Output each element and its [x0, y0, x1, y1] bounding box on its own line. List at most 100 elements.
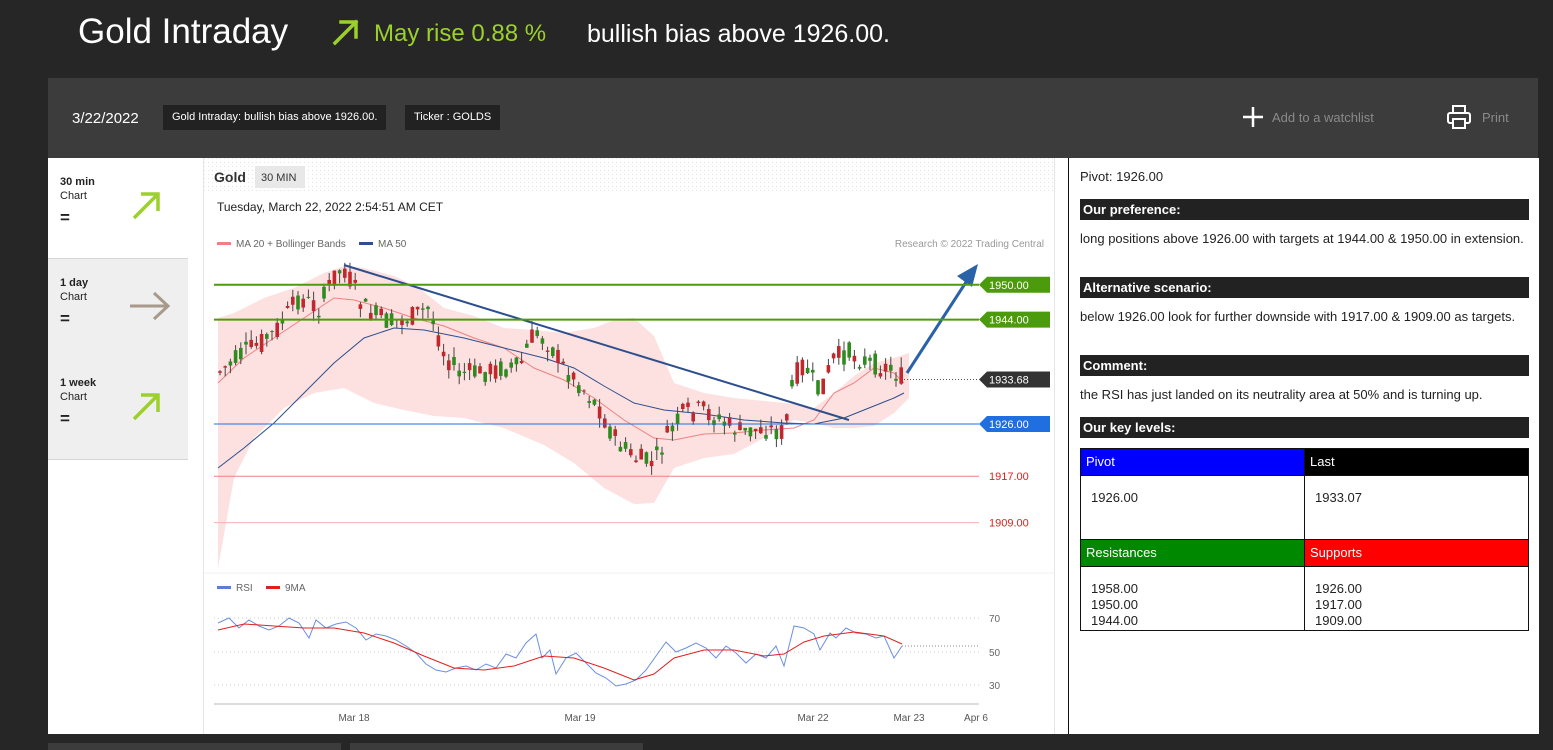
candle-body [582, 390, 586, 392]
candle-body [306, 296, 311, 298]
candle-body [467, 363, 472, 371]
candle-body [837, 346, 841, 358]
candle-body [696, 401, 701, 404]
resistance-2: 1950.00 [1091, 597, 1138, 612]
candle-body [462, 371, 467, 374]
candle-body [826, 365, 831, 373]
timeframe-1day[interactable]: 1 day Chart = [48, 259, 188, 360]
rise-forecast: May rise 0.88 % [374, 20, 547, 47]
x-axis-labels: Mar 18 Mar 19 Mar 22 Mar 23 Apr 6 [338, 713, 988, 724]
candle-body [707, 408, 711, 421]
candle-body [623, 442, 628, 449]
x-label: Mar 19 [564, 713, 596, 724]
candle-body [618, 446, 623, 452]
report-date: 3/22/2022 [72, 110, 139, 127]
candle-body [369, 312, 373, 320]
timeframe-title: 1 day [60, 277, 89, 289]
candle-body [447, 360, 451, 371]
comment-text: the RSI has just landed on its neutralit… [1080, 387, 1483, 402]
candle-body [665, 426, 669, 433]
chart-canvas: Gold 30 MIN Tuesday, March 22, 2022 2:54… [204, 158, 1054, 724]
candle-body [311, 300, 316, 312]
candle-body [327, 279, 331, 284]
candle-body [785, 414, 789, 421]
timeframe-1week[interactable]: 1 week Chart = [48, 359, 188, 460]
candle-body [816, 380, 820, 395]
candle-body [478, 366, 482, 374]
timeframe-sign: = [60, 208, 70, 227]
timeframe-30min[interactable]: 30 min Chart = [48, 158, 188, 259]
candle-body [743, 427, 747, 431]
candle-body [426, 306, 430, 310]
candle-body [878, 373, 883, 377]
candle-body [852, 355, 857, 362]
print-label: Print [1482, 109, 1509, 125]
candle-body [473, 365, 477, 377]
candle-body [847, 342, 851, 358]
level-label: 1926.00 [989, 419, 1029, 431]
candle-body [873, 353, 877, 375]
candle-body [384, 313, 389, 328]
print-button[interactable]: Print [1446, 104, 1509, 130]
candle-body [759, 427, 763, 434]
support-1: 1926.00 [1315, 581, 1362, 596]
candle-body [577, 385, 581, 393]
candle-body [597, 406, 602, 419]
candle-body [811, 369, 815, 373]
candle-body [363, 298, 368, 302]
candle-body [488, 363, 493, 375]
rsi-level-50: 50 [989, 648, 1001, 659]
comment-heading: Comment: [1080, 355, 1529, 376]
arrow-up-right-icon [332, 19, 359, 46]
candle-body [228, 361, 233, 366]
candle-body [415, 306, 420, 310]
chart-credit: Research © 2022 Trading Central [895, 239, 1044, 250]
candle-body [545, 350, 550, 352]
x-label: Mar 18 [338, 713, 370, 724]
candle-body [587, 401, 591, 403]
candle-body [561, 361, 565, 364]
candle-body [670, 425, 675, 432]
candle-body [655, 446, 659, 451]
price-chart[interactable]: Gold 30 MIN Tuesday, March 22, 2022 2:54… [203, 158, 1055, 734]
main-panel: 30 min Chart = 1 day Chart = 1 week Char… [48, 158, 1539, 734]
candle-body [701, 401, 706, 407]
ma20-legend: MA 20 + Bollinger Bands [236, 239, 346, 250]
candle-body [556, 349, 560, 363]
candle-body [748, 427, 753, 437]
candle-body [275, 322, 279, 337]
bottom-tab[interactable] [350, 743, 643, 750]
candle-body [493, 365, 498, 379]
candle-body [603, 418, 607, 428]
resistance-1: 1958.00 [1091, 581, 1138, 596]
ticker-pill: Ticker : GOLDS [405, 105, 501, 130]
candle-body [436, 335, 441, 347]
candle-body [753, 428, 758, 432]
x-label: Mar 22 [797, 713, 829, 724]
rsi-level-30: 30 [989, 681, 1001, 692]
candle-body [223, 366, 227, 368]
candle-body [566, 375, 571, 382]
candle-body [431, 320, 435, 325]
add-watchlist-button[interactable]: Add to a watchlist [1242, 106, 1374, 128]
candle-body [343, 268, 347, 278]
candle-body [452, 356, 456, 366]
candle-body [540, 338, 545, 344]
candle-body [779, 425, 784, 439]
key-levels-table: Pivot Last 1926.00 1933.07 Resistances S… [1080, 448, 1529, 631]
candle-body [831, 353, 836, 359]
toolbar: 3/22/2022 Gold Intraday: bullish bias ab… [48, 78, 1538, 158]
level-label: 1933.68 [989, 374, 1029, 386]
rsi-ma-legend: 9MA [285, 583, 306, 594]
candle-body [795, 362, 799, 384]
candle-body [374, 305, 378, 316]
alternative-text: below 1926.00 look for further downside … [1080, 309, 1516, 324]
candle-body [483, 372, 487, 382]
bottom-tab[interactable] [48, 743, 341, 750]
candle-body [519, 360, 524, 364]
candle-body [675, 413, 680, 424]
candle-body [764, 435, 768, 439]
timeframe-sub: Chart [60, 190, 87, 202]
x-label: Mar 23 [893, 713, 925, 724]
arrow-up-right-icon [132, 393, 160, 421]
